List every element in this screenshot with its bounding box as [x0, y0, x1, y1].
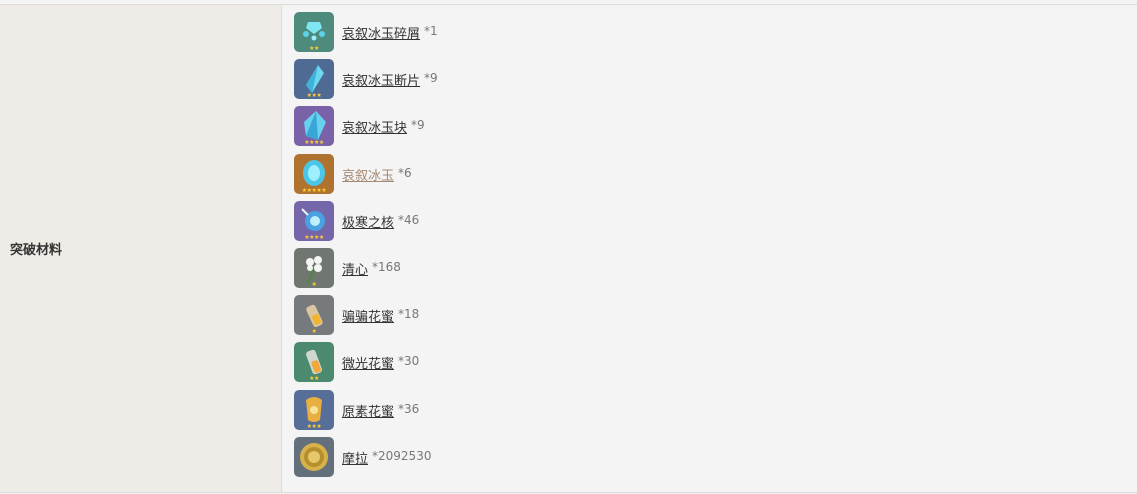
energy-nectar-icon[interactable]: ★★★	[294, 389, 334, 430]
ice-fragment-icon[interactable]: ★★	[294, 12, 334, 52]
material-name-link[interactable]: 哀叙冰玉断片	[342, 70, 420, 89]
ice-gemstone-icon[interactable]: ★★★★★	[294, 153, 334, 194]
frost-core-icon[interactable]: ★★★★	[294, 200, 334, 241]
material-name-link[interactable]: 清心	[342, 259, 368, 278]
nectar-vial-icon[interactable]: ★	[294, 295, 334, 336]
rarity-stars: ★★	[309, 375, 319, 383]
row-label: 突破材料	[10, 243, 63, 258]
material-count: *168	[372, 259, 401, 274]
material-item: ★★★★ 极寒之核 *46	[294, 200, 438, 248]
row-header: 突破材料	[0, 5, 282, 492]
material-item: ★★★★ 哀叙冰玉块 *9	[294, 106, 438, 153]
ice-chunk-icon[interactable]: ★★★★	[294, 106, 334, 147]
material-item: ★ 骗骗花蜜 *18	[294, 295, 438, 342]
rarity-stars: ★★★	[306, 92, 322, 100]
material-item: ★★★ 原素花蜜 *36	[294, 389, 438, 437]
material-list: ★★ 哀叙冰玉碎屑 *1 ★★★ 哀叙冰玉断片 *9 ★★★★ 哀叙冰玉块 *9 ★★★★★ 哀叙冰…	[294, 12, 438, 484]
materials-table-row: 突破材料 ★★ 哀叙冰玉碎屑 *1 ★★★ 哀叙冰玉断片 *9 ★★★★ 哀叙冰玉块 *9 ★★★…	[0, 4, 1137, 493]
material-item: 摩拉 *2092530	[294, 436, 438, 484]
shimmering-nectar-icon[interactable]: ★★	[294, 342, 334, 383]
material-item: ★★ 微光花蜜 *30	[294, 342, 438, 389]
material-name-link[interactable]: 骗骗花蜜	[342, 306, 394, 325]
material-count: *2092530	[372, 448, 432, 463]
rarity-stars: ★	[311, 328, 317, 336]
rarity-stars	[294, 471, 334, 477]
rarity-stars: ★★★★★	[301, 186, 327, 194]
material-item: ★★★ 哀叙冰玉断片 *9	[294, 59, 438, 106]
rarity-stars: ★	[311, 280, 317, 288]
rarity-stars: ★★	[309, 45, 319, 52]
material-item: ★★★★★ 哀叙冰玉 *6	[294, 153, 438, 201]
material-count: *1	[424, 24, 438, 38]
material-item: ★★ 哀叙冰玉碎屑 *1	[294, 12, 438, 59]
rarity-stars: ★★★★	[304, 139, 324, 147]
rarity-stars: ★★★	[306, 422, 322, 430]
material-name-link[interactable]: 微光花蜜	[342, 353, 394, 372]
rarity-stars: ★★★★	[304, 233, 324, 241]
material-item: ★ 清心 *168	[294, 247, 438, 295]
material-count: *36	[398, 401, 420, 416]
material-name-link[interactable]: 极寒之核	[342, 212, 394, 231]
row-value-cell: ★★ 哀叙冰玉碎屑 *1 ★★★ 哀叙冰玉断片 *9 ★★★★ 哀叙冰玉块 *9 ★★★★★ 哀叙冰…	[282, 5, 1137, 492]
material-count: *6	[398, 165, 412, 180]
material-name-link[interactable]: 哀叙冰玉块	[342, 117, 407, 136]
material-name-link[interactable]: 原素花蜜	[342, 401, 394, 420]
material-count: *30	[398, 354, 420, 369]
mora-coin-icon[interactable]	[294, 436, 334, 477]
material-count: *46	[398, 212, 420, 227]
material-name-link[interactable]: 哀叙冰玉	[342, 165, 394, 184]
qingxin-flower-icon[interactable]: ★	[294, 247, 334, 288]
ice-shard-icon[interactable]: ★★★	[294, 59, 334, 100]
material-count: *9	[411, 118, 425, 133]
material-count: *9	[424, 71, 438, 86]
material-count: *18	[398, 307, 420, 322]
material-name-link[interactable]: 哀叙冰玉碎屑	[342, 23, 420, 42]
material-name-link[interactable]: 摩拉	[342, 448, 368, 467]
